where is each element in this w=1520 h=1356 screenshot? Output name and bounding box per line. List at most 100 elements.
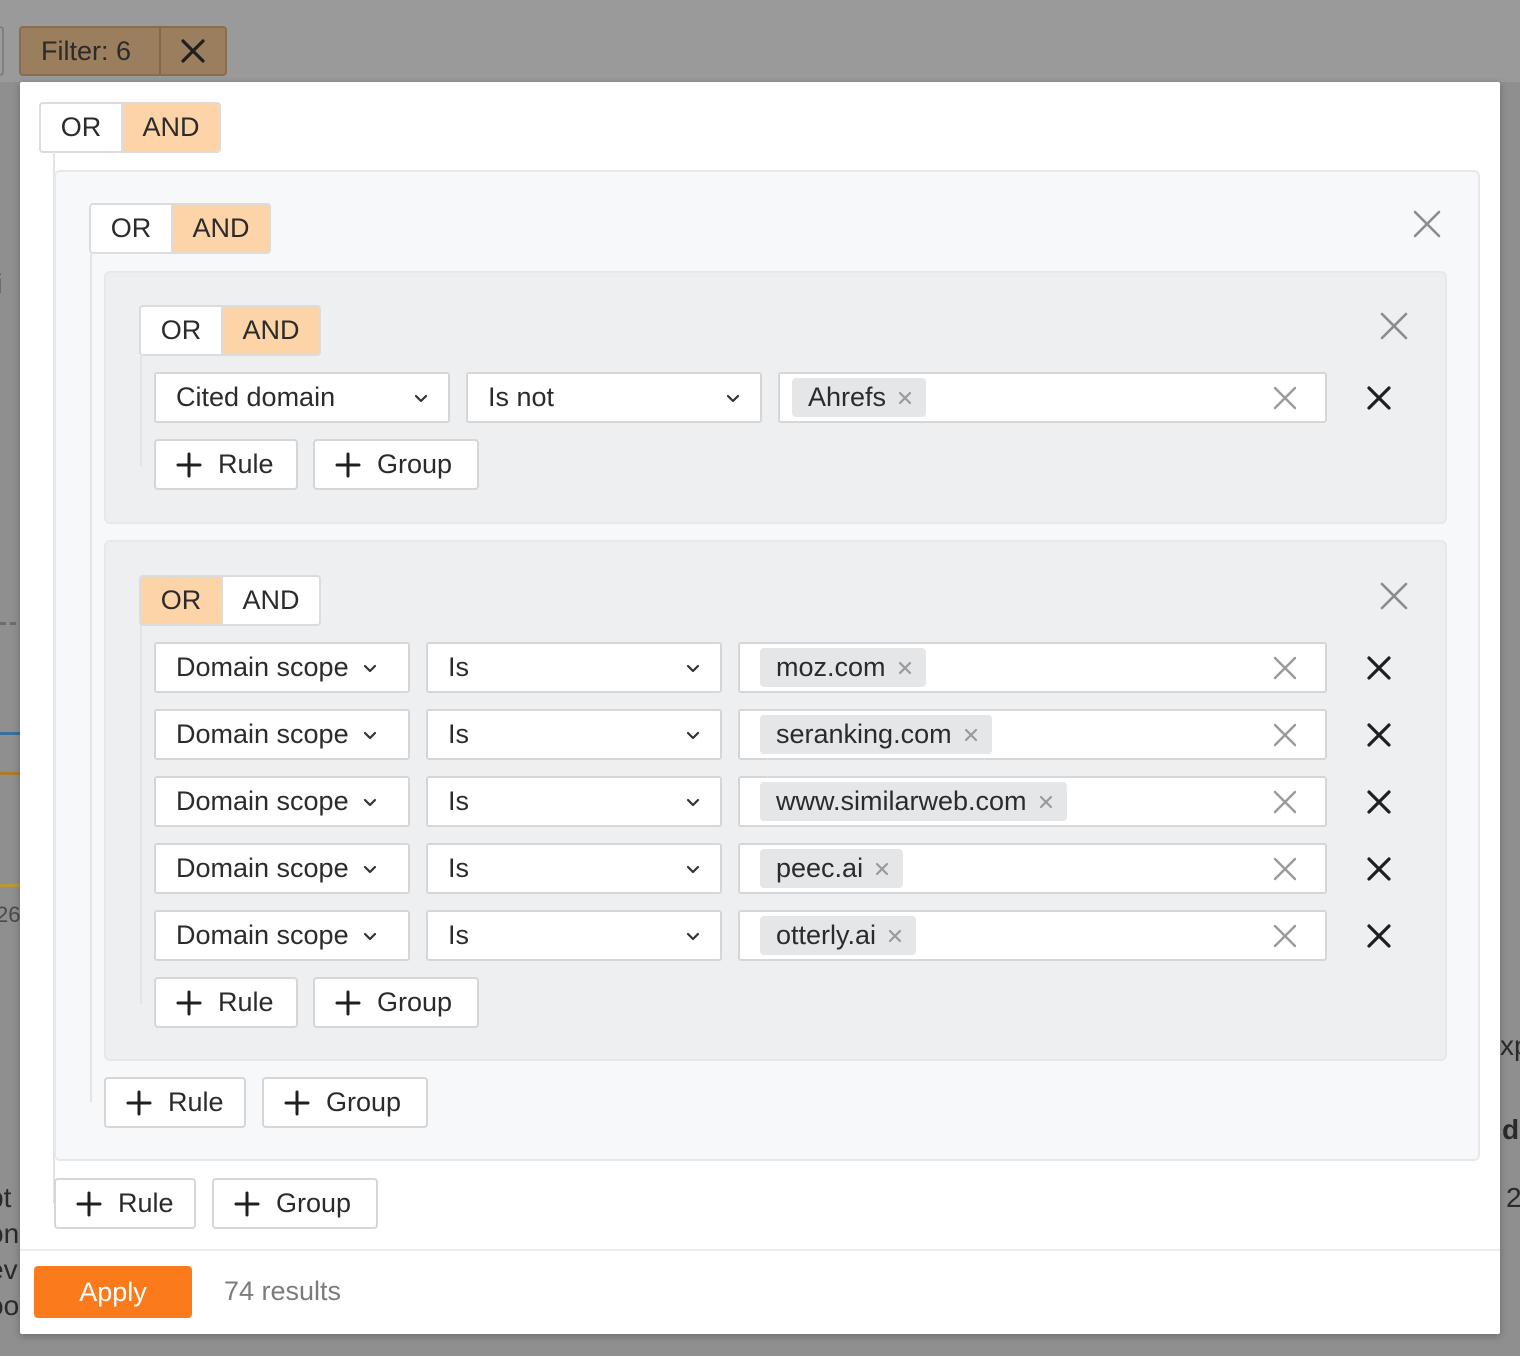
background-chart-line [0, 622, 20, 625]
close-icon [1273, 386, 1297, 410]
group-1a-and-option[interactable]: AND [221, 307, 319, 354]
rule-remove-button[interactable] [1366, 923, 1392, 954]
root-logic-toggle[interactable]: OR AND [39, 102, 221, 153]
group-1: OR AND OR AND Cited domain Is not Ahrefs… [54, 170, 1480, 1161]
add-group-button[interactable]: Group [313, 977, 479, 1028]
rule-remove-button[interactable] [1366, 789, 1392, 820]
add-group-button[interactable]: Group [212, 1178, 378, 1229]
value-clear-button[interactable] [1273, 386, 1297, 415]
value-clear-button[interactable] [1273, 924, 1297, 953]
group-1a-remove-button[interactable] [1379, 311, 1409, 346]
background-text-fragment: 26 [0, 902, 21, 927]
rule-operator-select[interactable]: Is [426, 910, 722, 961]
tag-remove-icon[interactable] [888, 929, 902, 943]
rule-operator-select[interactable]: Is [426, 709, 722, 760]
add-group-label: Group [377, 987, 453, 1017]
tag-remove-icon[interactable] [898, 391, 912, 405]
group-1b-or-option[interactable]: OR [141, 577, 221, 624]
group-1-remove-button[interactable] [1412, 209, 1442, 244]
filter-chip[interactable]: Filter: 6 [19, 26, 227, 76]
root-and-option[interactable]: AND [121, 104, 219, 151]
rule-operator-select[interactable]: Is not [466, 372, 762, 423]
background-text-fragment: pt [0, 1182, 12, 1213]
group-1b-and-option[interactable]: AND [221, 577, 319, 624]
rule-operator-select[interactable]: Is [426, 776, 722, 827]
filter-builder-modal: OR AND OR AND OR AND Cited domain Is not… [20, 82, 1500, 1334]
root-or-option[interactable]: OR [41, 104, 121, 151]
rule-field-select[interactable]: Domain scope [154, 843, 410, 894]
add-rule-button[interactable]: Rule [154, 977, 298, 1028]
close-icon [1367, 656, 1391, 680]
rule-field-select[interactable]: Domain scope [154, 910, 410, 961]
close-icon [1367, 386, 1391, 410]
chevron-down-icon [414, 394, 428, 402]
add-rule-label: Rule [168, 1087, 224, 1117]
background-text-fragment: xp [1500, 1030, 1520, 1061]
chevron-down-icon [686, 932, 700, 940]
apply-button[interactable]: Apply [34, 1266, 192, 1318]
add-rule-button[interactable]: Rule [54, 1178, 196, 1229]
value-clear-button[interactable] [1273, 857, 1297, 886]
rule-operator-label: Is [448, 719, 470, 749]
group-1a-or-option[interactable]: OR [141, 307, 221, 354]
rule-value-input[interactable]: Ahrefs [778, 372, 1327, 423]
close-icon [1273, 790, 1297, 814]
tag-remove-icon[interactable] [1039, 795, 1053, 809]
value-clear-button[interactable] [1273, 790, 1297, 819]
rule-field-select[interactable]: Domain scope [154, 642, 410, 693]
add-rule-button[interactable]: Rule [154, 439, 298, 490]
rule-operator-label: Is [448, 853, 470, 883]
value-tag-label: peec.ai [776, 853, 864, 883]
value-clear-button[interactable] [1273, 656, 1297, 685]
add-group-button[interactable]: Group [262, 1077, 428, 1128]
background-chart-line [0, 884, 20, 887]
rule-value-input[interactable]: peec.ai [738, 843, 1327, 894]
rule-operator-select[interactable]: Is [426, 642, 722, 693]
tree-connector [140, 626, 142, 1004]
close-icon [1367, 790, 1391, 814]
filter-chip-close-button[interactable] [159, 28, 225, 74]
chevron-down-icon [686, 731, 700, 739]
rule-remove-button[interactable] [1366, 385, 1392, 416]
rule-value-input[interactable]: otterly.ai [738, 910, 1327, 961]
close-icon [181, 39, 205, 63]
rule-field-select[interactable]: Domain scope [154, 776, 410, 827]
rule-value-input[interactable]: seranking.com [738, 709, 1327, 760]
chevron-down-icon [686, 664, 700, 672]
rule-field-select[interactable]: Cited domain [154, 372, 450, 423]
group-1-and-option[interactable]: AND [171, 205, 269, 252]
close-icon [1380, 582, 1408, 610]
background-chart-line [0, 772, 20, 775]
rule-field-label: Domain scope [176, 853, 349, 883]
group-1b-logic-toggle[interactable]: OR AND [139, 575, 321, 626]
close-icon [1273, 924, 1297, 948]
rule-value-input[interactable]: moz.com [738, 642, 1327, 693]
background-text-fragment: i [0, 268, 2, 300]
background-text-fragment: ev [0, 1254, 18, 1285]
rule-operator-select[interactable]: Is [426, 843, 722, 894]
group-1-logic-toggle[interactable]: OR AND [89, 203, 271, 254]
add-group-button[interactable]: Group [313, 439, 479, 490]
tag-remove-icon[interactable] [898, 661, 912, 675]
rule-remove-button[interactable] [1366, 722, 1392, 753]
close-icon [1273, 656, 1297, 680]
group-1b-remove-button[interactable] [1379, 581, 1409, 616]
value-clear-button[interactable] [1273, 723, 1297, 752]
chevron-down-icon [363, 932, 376, 940]
plus-icon [234, 1191, 260, 1216]
tag-remove-icon[interactable] [875, 862, 889, 876]
chevron-down-icon [363, 865, 376, 873]
group-1a-logic-toggle[interactable]: OR AND [139, 305, 321, 356]
rule-value-input[interactable]: www.similarweb.com [738, 776, 1327, 827]
plus-icon [335, 990, 361, 1015]
footer-divider [20, 1249, 1500, 1251]
rule-remove-button[interactable] [1366, 856, 1392, 887]
close-icon [1367, 723, 1391, 747]
group-1-or-option[interactable]: OR [91, 205, 171, 252]
rule-remove-button[interactable] [1366, 655, 1392, 686]
close-icon [1413, 210, 1441, 238]
rule-field-select[interactable]: Domain scope [154, 709, 410, 760]
add-rule-button[interactable]: Rule [104, 1077, 246, 1128]
tag-remove-icon[interactable] [964, 728, 978, 742]
chevron-down-icon [686, 865, 700, 873]
